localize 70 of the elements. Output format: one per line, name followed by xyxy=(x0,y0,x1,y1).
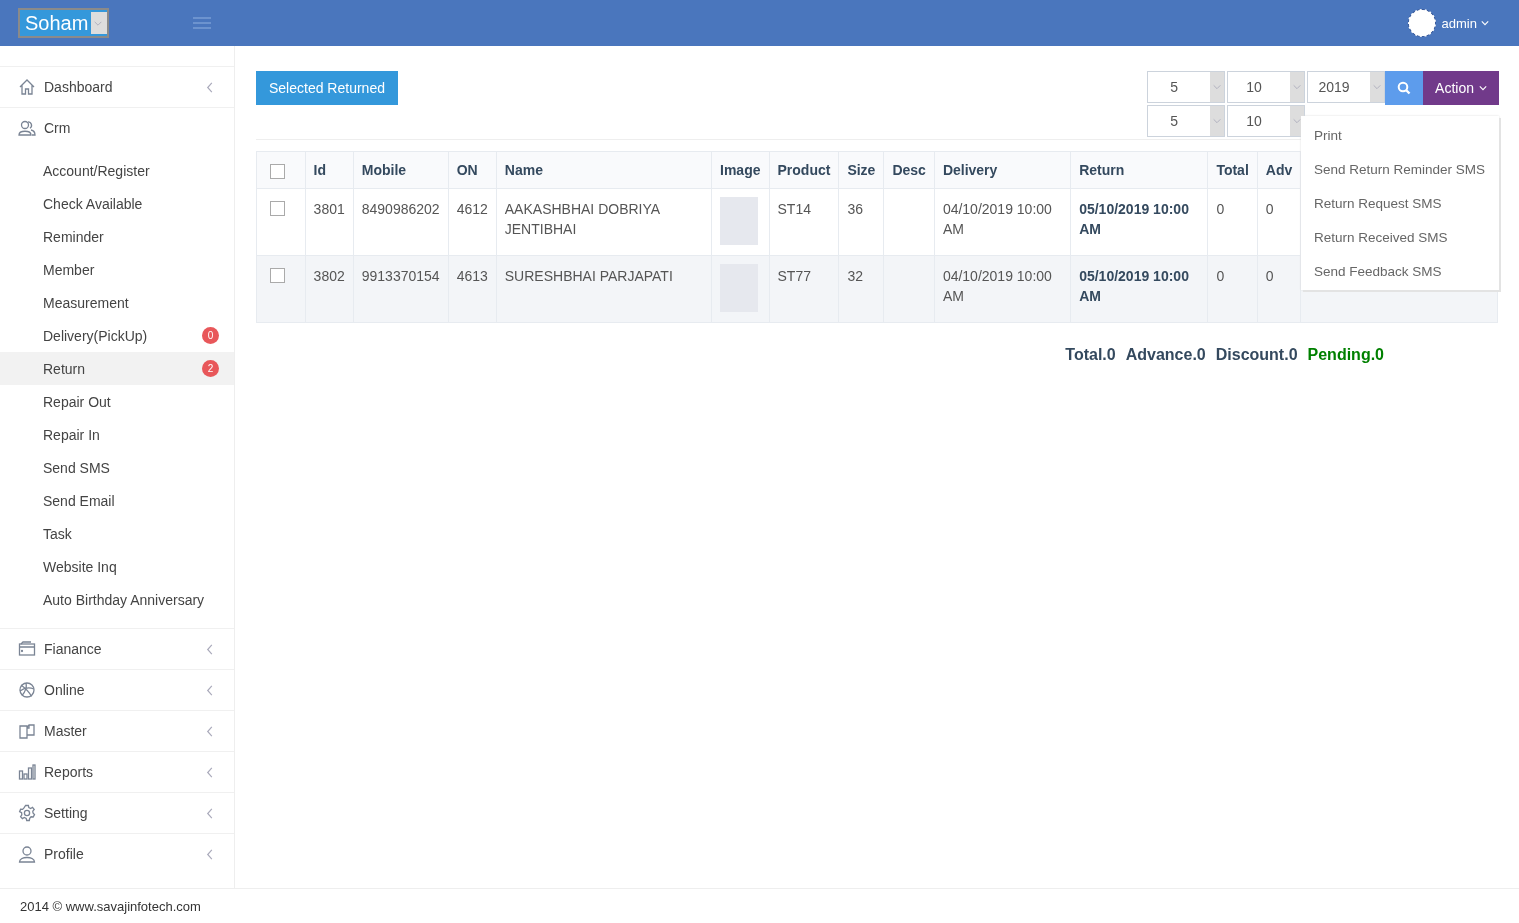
table-cell: ST14 xyxy=(777,201,811,217)
column-header: Mobile xyxy=(353,151,449,189)
submenu-item[interactable]: Delivery(PickUp) 0 xyxy=(0,319,234,352)
column-header: Desc xyxy=(883,151,935,189)
column-header: Size xyxy=(838,151,884,189)
select-field[interactable]: 2019 xyxy=(1307,71,1386,103)
submenu-item[interactable]: Measurement xyxy=(0,286,234,319)
column-header: Id xyxy=(305,151,354,189)
column-header: Adv xyxy=(1257,151,1301,189)
sidebar-item[interactable]: Setting xyxy=(0,792,234,833)
column-header: Product xyxy=(769,151,839,189)
count-badge: 0 xyxy=(202,327,219,344)
table-cell: 9913370154 xyxy=(361,268,440,284)
select-field[interactable]: 5 xyxy=(1147,105,1226,137)
submenu-item[interactable]: Auto Birthday Anniversary xyxy=(0,583,234,616)
table-cell: ST77 xyxy=(777,268,811,284)
submenu-item[interactable]: Reminder xyxy=(0,220,234,253)
select-field[interactable]: 10 xyxy=(1227,71,1306,103)
table-cell: 0 xyxy=(1265,201,1274,217)
sidebar-item[interactable]: Dashboard xyxy=(0,66,234,107)
column-header: ON xyxy=(448,151,497,189)
table-cell: 0 xyxy=(1216,268,1225,284)
user-menu[interactable]: admin xyxy=(1441,15,1489,31)
sidebar-item[interactable]: Crm xyxy=(0,107,234,148)
select-field[interactable]: 10 xyxy=(1227,105,1306,137)
submenu-item[interactable]: Check Available xyxy=(0,187,234,220)
column-header: Delivery xyxy=(934,151,1071,189)
table-cell: 8490986202 xyxy=(361,201,440,217)
table-cell: 0 xyxy=(1216,201,1225,217)
table-cell: AAKASHBHAI DOBRIYA JENTIBHAI xyxy=(504,201,660,237)
submenu-item[interactable]: Send SMS xyxy=(0,451,234,484)
table-cell: 04/10/2019 10:00 AM xyxy=(942,201,1052,237)
sidebar-item[interactable]: Online xyxy=(0,669,234,710)
summary-total: Discount.0 xyxy=(1215,346,1298,364)
table-cell: 4612 xyxy=(456,201,488,217)
summary-total: Pending.0 xyxy=(1307,346,1384,364)
table-cell: 04/10/2019 10:00 AM xyxy=(942,268,1052,304)
select-field[interactable]: 5 xyxy=(1147,71,1226,103)
sidebar-item[interactable]: Profile xyxy=(0,833,234,874)
submenu-item[interactable]: Return 2 xyxy=(0,352,234,385)
count-badge: 2 xyxy=(202,360,219,377)
table-cell: 32 xyxy=(847,268,863,284)
submenu-item[interactable]: Account/Register xyxy=(0,154,234,187)
table-cell: 05/10/2019 10:00 AM xyxy=(1079,201,1189,237)
table-cell: 4613 xyxy=(456,268,488,284)
sidebar-item[interactable]: Fianance xyxy=(0,628,234,669)
sidebar-item[interactable]: Reports xyxy=(0,751,234,792)
summary-total: Total.0 xyxy=(1065,346,1116,364)
sidebar-item[interactable]: Master xyxy=(0,710,234,751)
table-cell: 05/10/2019 10:00 AM xyxy=(1079,268,1189,304)
column-header: Image xyxy=(711,151,769,189)
menu-item[interactable]: Return Request SMS xyxy=(1301,186,1499,220)
table-cell: 0 xyxy=(1265,268,1274,284)
menu-item[interactable]: Return Received SMS xyxy=(1301,220,1499,254)
table-cell: 3801 xyxy=(313,201,345,217)
submenu-item[interactable]: Repair Out xyxy=(0,385,234,418)
submenu-item[interactable]: Repair In xyxy=(0,418,234,451)
submenu-item[interactable]: Member xyxy=(0,253,234,286)
column-header: Return xyxy=(1070,151,1208,189)
menu-item[interactable]: Send Return Reminder SMS xyxy=(1301,152,1499,186)
submenu-item[interactable]: Send Email xyxy=(0,484,234,517)
column-header: Total xyxy=(1207,151,1258,189)
table-cell: 3802 xyxy=(313,268,345,284)
table-cell: SURESHBHAI PARJAPATI xyxy=(504,268,673,284)
table-cell: 36 xyxy=(847,201,863,217)
summary-total: Advance.0 xyxy=(1125,346,1206,364)
action-button[interactable]: Action xyxy=(1423,71,1499,105)
submenu-item[interactable]: Task xyxy=(0,517,234,550)
submenu-item[interactable]: Website Inq xyxy=(0,550,234,583)
column-header: Name xyxy=(496,151,712,189)
